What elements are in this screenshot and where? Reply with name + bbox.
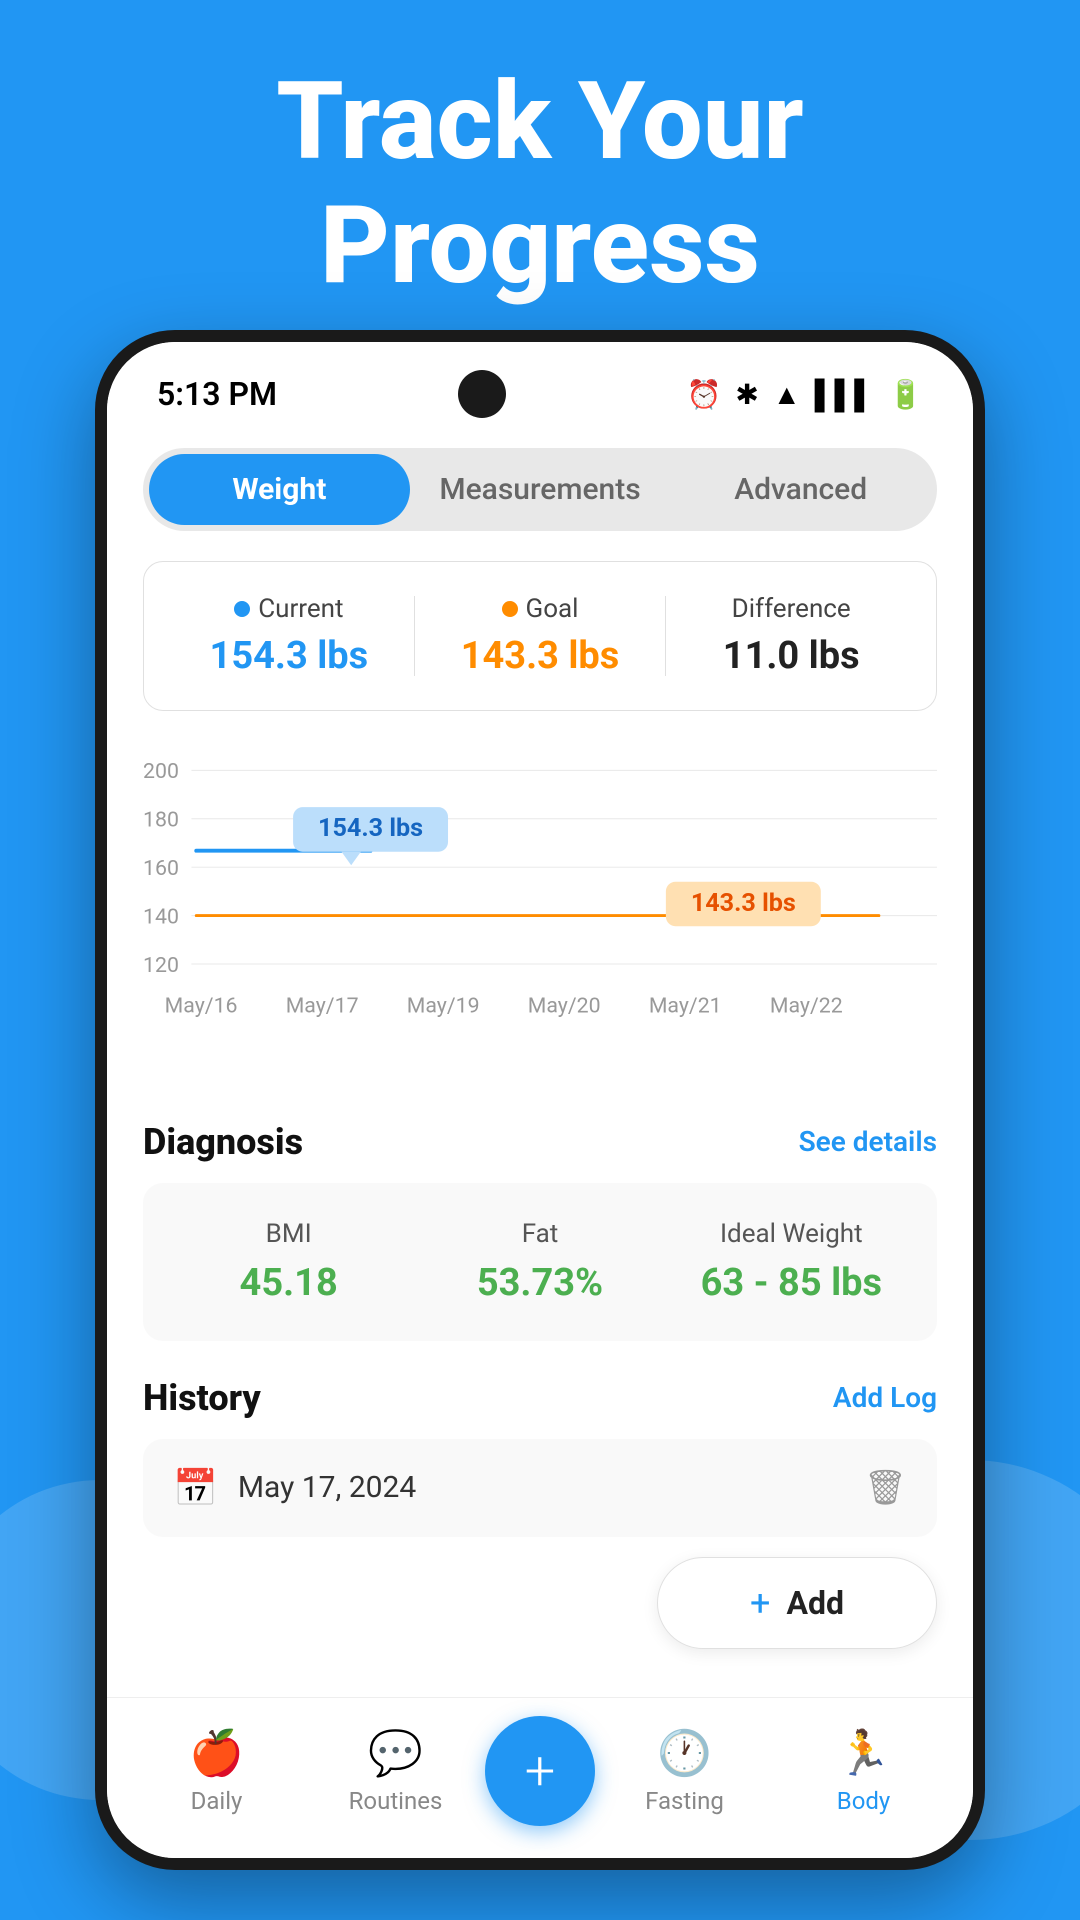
battery-icon: 🔋 [888,378,923,411]
svg-text:May/19: May/19 [407,993,480,1018]
nav-fasting[interactable]: 🕐 Fasting [595,1727,774,1815]
camera-notch [458,370,506,418]
ideal-weight-label: Ideal Weight [666,1219,917,1249]
svg-text:May/21: May/21 [649,993,722,1018]
fat-value: 53.73% [414,1261,665,1305]
bmi-value: 45.18 [163,1261,414,1305]
nav-body[interactable]: 🏃 Body [774,1727,953,1815]
wifi-icon: ▲ [773,378,801,411]
status-time: 5:13 PM [157,375,277,413]
header-line1: Track Your [80,60,1000,184]
fasting-icon: 🕐 [657,1727,712,1779]
routines-label: Routines [349,1787,443,1815]
nav-routines[interactable]: 💬 Routines [306,1727,485,1815]
history-date: May 17, 2024 [238,1470,416,1505]
goal-value: 143.3 lbs [415,634,665,678]
svg-text:143.3 lbs: 143.3 lbs [691,889,796,918]
status-bar: 5:13 PM ⏰ ✱ ▲ ▌▌▌ 🔋 [107,342,973,428]
diagnosis-header: Diagnosis See details [143,1121,937,1163]
history-item: 📅 May 17, 2024 🗑 [143,1439,937,1537]
fat-label: Fat [414,1219,665,1249]
nav-daily[interactable]: 🍎 Daily [127,1727,306,1815]
goal-weight-item: Goal 143.3 lbs [415,594,665,678]
bmi-label: BMI [163,1219,414,1249]
calendar-icon: 📅 [173,1467,218,1509]
svg-text:160: 160 [143,856,179,881]
bottom-nav: 🍎 Daily 💬 Routines + 🕐 Fasting 🏃 Body [107,1697,973,1858]
svg-text:180: 180 [143,808,179,833]
tab-measurements[interactable]: Measurements [410,454,671,525]
svg-text:120: 120 [143,953,179,978]
add-button[interactable]: + Add [657,1557,937,1649]
history-header: History Add Log [143,1377,937,1419]
bmi-item: BMI 45.18 [163,1219,414,1305]
summary-card: Current 154.3 lbs Goal 143.3 lbs Differe… [143,561,937,711]
current-weight-item: Current 154.3 lbs [164,594,414,678]
history-title: History [143,1377,261,1419]
bluetooth-icon: ✱ [735,378,758,411]
svg-text:140: 140 [143,904,179,929]
weight-chart: 200 180 160 140 120 [143,751,937,1071]
current-dot [234,601,250,617]
add-label: Add [786,1584,844,1622]
diagnosis-card: BMI 45.18 Fat 53.73% Ideal Weight 63 - 8… [143,1183,937,1341]
daily-icon: 🍎 [189,1727,244,1779]
svg-text:May/20: May/20 [528,993,601,1018]
svg-text:May/22: May/22 [770,993,843,1018]
current-value: 154.3 lbs [164,634,414,678]
add-plus-icon: + [750,1582,770,1624]
tab-weight[interactable]: Weight [149,454,410,525]
phone-mockup: 5:13 PM ⏰ ✱ ▲ ▌▌▌ 🔋 Weight Measurements … [95,330,985,1870]
alarm-icon: ⏰ [687,378,722,411]
add-log-link[interactable]: Add Log [833,1381,937,1414]
phone-inner: 5:13 PM ⏰ ✱ ▲ ▌▌▌ 🔋 Weight Measurements … [107,342,973,1858]
svg-text:154.3 lbs: 154.3 lbs [318,814,423,843]
body-label: Body [837,1787,891,1815]
see-details-link[interactable]: See details [799,1125,937,1158]
fab-plus-icon: + [525,1740,556,1803]
goal-label: Goal [415,594,665,624]
current-label: Current [164,594,414,624]
fat-item: Fat 53.73% [414,1219,665,1305]
routines-icon: 💬 [368,1727,423,1779]
svg-text:May/16: May/16 [165,993,238,1018]
daily-label: Daily [191,1787,243,1815]
tab-bar: Weight Measurements Advanced [143,448,937,531]
header-text: Track Your Progress [0,60,1080,308]
signal-icon: ▌▌▌ [815,378,875,411]
fasting-label: Fasting [645,1787,724,1815]
goal-dot [502,601,518,617]
scroll-content: Weight Measurements Advanced Current 154… [107,428,973,1697]
ideal-weight-value: 63 - 85 lbs [666,1261,917,1305]
difference-label: Difference [666,594,916,624]
tab-advanced[interactable]: Advanced [670,454,931,525]
fab-add-button[interactable]: + [485,1716,595,1826]
history-left: 📅 May 17, 2024 [173,1467,416,1509]
svg-text:May/17: May/17 [286,993,359,1018]
ideal-weight-item: Ideal Weight 63 - 85 lbs [666,1219,917,1305]
svg-text:200: 200 [143,759,179,784]
chart-container: 200 180 160 140 120 [143,741,937,1085]
body-icon: 🏃 [836,1727,891,1779]
status-icons: ⏰ ✱ ▲ ▌▌▌ 🔋 [687,378,923,411]
difference-value: 11.0 lbs [666,634,916,678]
difference-item: Difference 11.0 lbs [666,594,916,678]
header-line2: Progress [80,184,1000,308]
diagnosis-title: Diagnosis [143,1121,303,1163]
delete-icon[interactable]: 🗑 [864,1468,907,1508]
